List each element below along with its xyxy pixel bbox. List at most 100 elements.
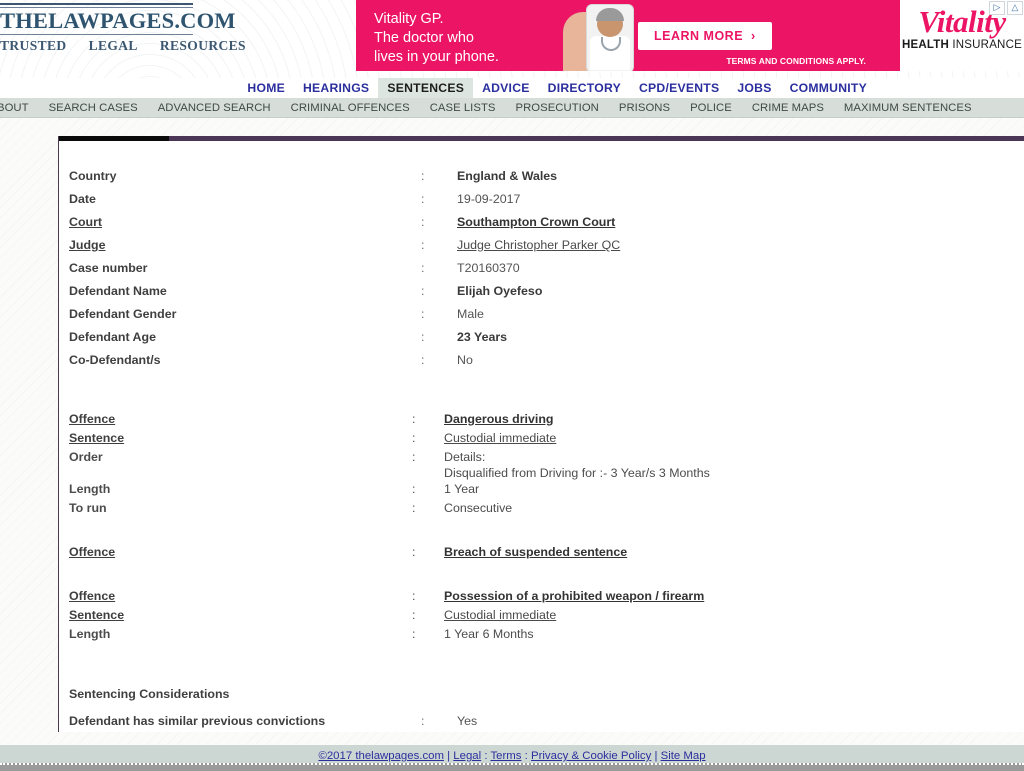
considerations-body: Defendant has similar previous convictio… bbox=[69, 713, 477, 736]
row-label-link[interactable]: Offence bbox=[69, 412, 115, 426]
row-label-link[interactable]: Sentence bbox=[69, 608, 124, 622]
row-value-cell: Details: Disqualified from Driving for :-… bbox=[444, 449, 710, 481]
table-row: Offence: Breach of suspended sentence bbox=[69, 544, 627, 563]
subnav-item-search-cases[interactable]: SEARCH CASES bbox=[39, 98, 148, 118]
nav-tab-home[interactable]: HOME bbox=[238, 78, 294, 98]
advertisement-banner[interactable]: Vitality GP. The doctor who lives in you… bbox=[356, 0, 1024, 71]
offence-block: Offence: Possession of a prohibited weapo… bbox=[69, 588, 1024, 645]
row-label-cell: Length bbox=[69, 627, 111, 641]
row-value-cell: 23 Years bbox=[457, 330, 508, 344]
subnav-item-criminal-offences[interactable]: CRIMINAL OFFENCES bbox=[281, 98, 420, 118]
row-colon: : bbox=[421, 353, 425, 367]
row-value-cell: Dangerous driving bbox=[444, 411, 710, 430]
subnav-item-about[interactable]: BOUT bbox=[0, 98, 39, 118]
row-value-link[interactable]: Breach of suspended sentence bbox=[444, 545, 627, 559]
row-value-link[interactable]: Dangerous driving bbox=[444, 412, 553, 426]
table-row: Defendant has similar previous convictio… bbox=[69, 713, 477, 736]
row-label-link[interactable]: Offence bbox=[69, 545, 115, 559]
ad-close-icon[interactable]: △ bbox=[1007, 1, 1023, 15]
table-row: Defendant Name: Elijah Oyefeso bbox=[69, 283, 620, 306]
adchoices-icon[interactable]: ▷ bbox=[989, 1, 1005, 15]
nav-tab-community[interactable]: COMMUNITY bbox=[781, 78, 876, 98]
nav-tab-advice[interactable]: ADVICE bbox=[473, 78, 539, 98]
nav-tab-jobs[interactable]: JOBS bbox=[728, 78, 780, 98]
row-label-link[interactable]: Sentence bbox=[69, 431, 124, 445]
table-row: To run: Consecutive bbox=[69, 500, 710, 519]
footer-bottom-strip bbox=[0, 763, 1024, 771]
table-row: Offence: Dangerous driving bbox=[69, 411, 710, 430]
row-label-cell: Defendant Age bbox=[69, 330, 156, 344]
subnav-item-case-lists[interactable]: CASE LISTS bbox=[420, 98, 506, 118]
row-value-link[interactable]: Judge Christopher Parker QC bbox=[457, 238, 620, 252]
row-colon: : bbox=[421, 284, 425, 298]
logo-tagline-word-3: RESOURCES bbox=[159, 38, 246, 53]
secondary-navigation: BOUT SEARCH CASES ADVANCED SEARCH CRIMIN… bbox=[0, 98, 1024, 118]
nav-tab-cpd-events[interactable]: CPD/EVENTS bbox=[630, 78, 728, 98]
row-label-cell: Offence bbox=[69, 411, 412, 430]
row-colon: : bbox=[412, 412, 416, 426]
row-label-link[interactable]: Judge bbox=[69, 238, 106, 252]
row-label-link[interactable]: Offence bbox=[69, 589, 115, 603]
nav-tab-directory[interactable]: DIRECTORY bbox=[539, 78, 630, 98]
footer-separator-2: | bbox=[654, 750, 658, 762]
nav-tab-sentences[interactable]: SENTENCES bbox=[378, 78, 474, 98]
table-row: Co-Defendant/s: No bbox=[69, 352, 620, 375]
row-label-cell: Co-Defendant/s bbox=[69, 353, 161, 367]
row-label-cell: Country bbox=[69, 169, 117, 183]
panel-body: Country: England & Wales Date:19-09-2017 Co… bbox=[59, 168, 1024, 759]
row-label-cell: Case number bbox=[69, 261, 148, 275]
row-colon: : bbox=[412, 627, 416, 641]
primary-navigation: HOME HEARINGS SENTENCES ADVICE DIRECTORY… bbox=[0, 78, 1024, 98]
row-value-cell: Judge Christopher Parker QC bbox=[457, 237, 620, 260]
ad-learn-more-button[interactable]: LEARN MORE › bbox=[638, 22, 772, 50]
footer-copyright-link[interactable]: ©2017 thelawpages.com bbox=[318, 750, 444, 762]
ad-headline-line-3: lives in your phone. bbox=[374, 49, 499, 65]
row-label-cell: Court bbox=[69, 214, 421, 237]
row-value-link[interactable]: Possession of a prohibited weapon / fire… bbox=[444, 589, 704, 603]
row-colon: : bbox=[421, 714, 425, 728]
footer-colon-1: : bbox=[484, 750, 488, 762]
row-value-cell: 1 Year 6 Months bbox=[444, 627, 534, 641]
footer-sitemap-link[interactable]: Site Map bbox=[661, 750, 706, 762]
footer-legal-link[interactable]: Legal bbox=[453, 750, 481, 762]
footer-separator-1: | bbox=[447, 750, 451, 762]
row-value-link[interactable]: Custodial immediate bbox=[444, 431, 556, 445]
row-label-cell: Offence bbox=[69, 544, 412, 563]
table-row: Sentence: Custodial immediate bbox=[69, 607, 704, 626]
offence-block: Offence: Dangerous driving Sentence: Custod… bbox=[69, 411, 1024, 519]
subnav-item-maximum-sentences[interactable]: MAXIMUM SENTENCES bbox=[834, 98, 982, 118]
row-value-cell: Yes bbox=[457, 714, 478, 728]
table-row: Length: 1 Year 6 Months bbox=[69, 626, 704, 645]
row-label-link[interactable]: Court bbox=[69, 215, 102, 229]
row-value-link[interactable]: Southampton Crown Court bbox=[457, 215, 615, 229]
adchoices-controls[interactable]: ▷ △ bbox=[989, 1, 1023, 15]
row-value-cell: Custodial immediate bbox=[444, 430, 710, 449]
row-value-cell: Custodial immediate bbox=[444, 607, 704, 626]
row-colon: : bbox=[421, 238, 425, 252]
subnav-item-prosecution[interactable]: PROSECUTION bbox=[505, 98, 608, 118]
table-row: Court: Southampton Crown Court bbox=[69, 214, 620, 237]
row-value-cell: T20160370 bbox=[457, 261, 520, 275]
subnav-item-prisons[interactable]: PRISONS bbox=[609, 98, 680, 118]
subnav-item-advanced-search[interactable]: ADVANCED SEARCH bbox=[148, 98, 281, 118]
site-logo[interactable]: THELAWPAGES.COM TRUSTED LEGAL RESOURCES bbox=[0, 3, 246, 54]
footer-colon-2: : bbox=[524, 750, 528, 762]
row-label-cell: Sentence bbox=[69, 607, 412, 626]
subnav-item-police[interactable]: POLICE bbox=[680, 98, 742, 118]
row-label-cell: Offence bbox=[69, 588, 412, 607]
table-row: Offence: Possession of a prohibited weapo… bbox=[69, 588, 704, 607]
row-value-link[interactable]: Custodial immediate bbox=[444, 608, 556, 622]
row-colon: : bbox=[421, 215, 425, 229]
table-row: Date: 19-09-2017 bbox=[69, 191, 620, 214]
subnav-item-crime-maps[interactable]: CRIME MAPS bbox=[742, 98, 834, 118]
ad-cta-label: LEARN MORE bbox=[654, 29, 744, 43]
nav-tab-hearings[interactable]: HEARINGS bbox=[294, 78, 378, 98]
content-panel: Country: England & Wales Date:19-09-2017 Co… bbox=[58, 136, 1024, 732]
panel-accent-bar bbox=[59, 136, 1024, 141]
ad-brand-sub-light: INSURANCE bbox=[949, 39, 1022, 51]
footer-privacy-link[interactable]: Privacy & Cookie Policy bbox=[531, 750, 651, 762]
table-row: Defendant Gender: Male bbox=[69, 306, 620, 329]
doctor-hair-shape bbox=[596, 8, 624, 21]
row-label-cell: Defendant Gender bbox=[69, 307, 177, 321]
footer-terms-link[interactable]: Terms bbox=[490, 750, 521, 762]
